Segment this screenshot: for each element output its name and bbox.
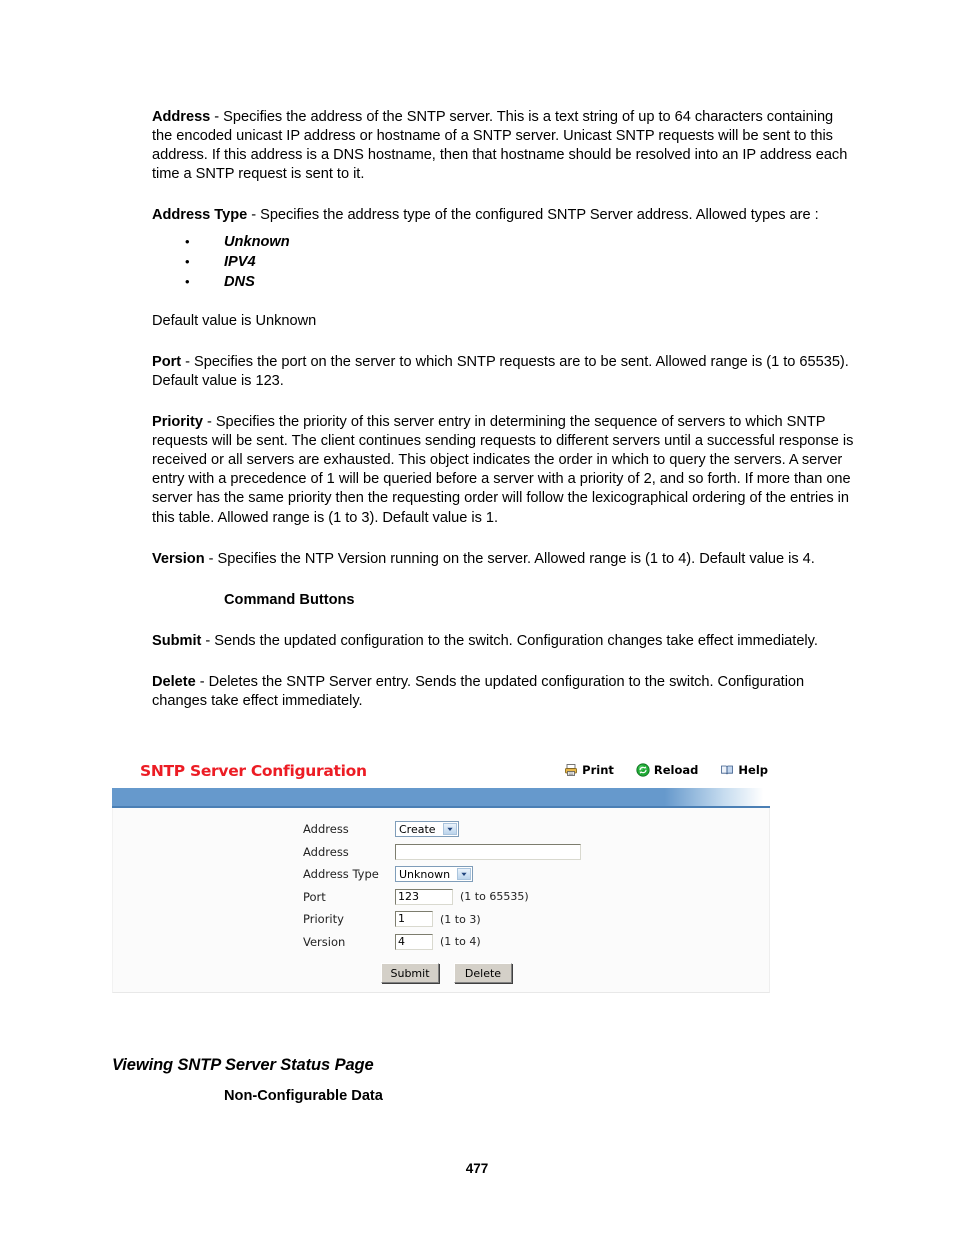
priority-range-hint: (1 to 3) <box>440 912 481 926</box>
form-row-version: Version 4 (1 to 4) <box>303 931 581 954</box>
print-label: Print <box>582 763 614 777</box>
paragraph-version-text: - Specifies the NTP Version running on t… <box>204 550 815 567</box>
sntp-server-configuration-screenshot: SNTP Server Configuration Print Reload H… <box>112 758 770 993</box>
port-range-hint: (1 to 65535) <box>460 890 529 904</box>
address-type-select[interactable]: Unknown <box>395 866 474 883</box>
list-item: DNS <box>152 272 854 292</box>
print-button[interactable]: Print <box>564 763 614 777</box>
label-priority: Priority <box>303 912 344 927</box>
reload-button[interactable]: Reload <box>636 763 699 777</box>
label-port: Port <box>303 889 326 904</box>
paragraph-submit: Submit - Sends the updated configuration… <box>152 632 854 651</box>
form-row-address-type: Address Type Unknown <box>303 863 581 886</box>
page-title: SNTP Server Configuration <box>140 762 367 780</box>
paragraph-priority: Priority - Specifies the priority of thi… <box>152 413 854 528</box>
form-row-address: Address <box>303 841 581 864</box>
address-type-option-list: Unknown IPV4 DNS <box>152 232 854 292</box>
default-value-note: Default value is Unknown <box>152 312 317 329</box>
address-mode-select[interactable]: Create <box>395 821 459 838</box>
paragraph-address-type: Address Type - Specifies the address typ… <box>152 206 854 225</box>
paragraph-priority-text: - Specifies the priority of this server … <box>152 414 854 526</box>
port-input[interactable]: 123 <box>395 888 453 905</box>
paragraph-version: Version - Specifies the NTP Version runn… <box>152 550 854 569</box>
form-button-row: Submit Delete <box>381 963 512 983</box>
term-port: Port <box>152 353 182 370</box>
paragraph-port: Port - Specifies the port on the server … <box>152 353 854 391</box>
term-delete: Delete <box>152 673 196 690</box>
paragraph-address: Address - Specifies the address of the S… <box>152 108 854 184</box>
page-number: 477 <box>465 1161 489 1176</box>
term-version: Version <box>152 550 205 567</box>
help-label: Help <box>738 763 768 777</box>
accent-bar <box>112 788 770 808</box>
paragraph-address-text: - Specifies the address of the SNTP serv… <box>152 109 848 183</box>
submit-button[interactable]: Submit <box>381 963 439 983</box>
screenshot-toolbar: Print Reload Help <box>564 763 768 777</box>
document-body: Address - Specifies the address of the S… <box>152 108 854 733</box>
command-buttons-heading: Command Buttons <box>224 591 355 608</box>
reload-label: Reload <box>653 763 699 777</box>
list-item: IPV4 <box>152 252 854 272</box>
term-priority: Priority <box>152 414 203 431</box>
paragraph-delete-text: - Deletes the SNTP Server entry. Sends t… <box>152 673 805 709</box>
label-address: Address <box>303 844 349 859</box>
address-mode-value: Create <box>399 822 436 836</box>
reload-icon <box>636 763 650 777</box>
term-submit: Submit <box>152 632 202 649</box>
label-address-mode: Address <box>303 822 349 837</box>
document-page: Address - Specifies the address of the S… <box>0 0 954 1235</box>
printer-icon <box>564 763 578 777</box>
form-row-address-mode: Address Create <box>303 818 581 841</box>
address-type-value: Unknown <box>399 867 451 881</box>
section-subheading: Non-Configurable Data <box>224 1088 383 1104</box>
term-address-type: Address Type <box>152 207 248 224</box>
term-address: Address <box>152 109 211 125</box>
priority-input[interactable]: 1 <box>395 911 433 928</box>
section-heading: Viewing SNTP Server Status Page <box>112 1056 374 1074</box>
paragraph-delete: Delete - Deletes the SNTP Server entry. … <box>152 673 854 711</box>
version-input[interactable]: 4 <box>395 933 433 950</box>
form-row-priority: Priority 1 (1 to 3) <box>303 908 581 931</box>
chevron-down-icon <box>442 823 457 836</box>
paragraph-address-type-text: - Specifies the address type of the conf… <box>247 207 819 224</box>
screenshot-header: SNTP Server Configuration Print Reload H… <box>112 758 770 788</box>
screenshot-body: Address Create Address Address Type Unkn… <box>112 808 770 993</box>
sntp-server-form: Address Create Address Address Type Unkn… <box>303 818 581 953</box>
book-icon <box>720 763 734 777</box>
paragraph-submit-text: - Sends the updated configuration to the… <box>201 632 818 649</box>
list-item: Unknown <box>152 232 854 252</box>
paragraph-port-text: - Specifies the port on the server to wh… <box>152 353 849 389</box>
label-address-type: Address Type <box>303 867 379 882</box>
help-button[interactable]: Help <box>720 763 768 777</box>
label-version: Version <box>303 934 346 949</box>
delete-button[interactable]: Delete <box>454 963 512 983</box>
chevron-down-icon <box>457 868 472 881</box>
version-range-hint: (1 to 4) <box>440 935 481 949</box>
address-input[interactable] <box>395 843 581 860</box>
form-row-port: Port 123 (1 to 65535) <box>303 886 581 909</box>
